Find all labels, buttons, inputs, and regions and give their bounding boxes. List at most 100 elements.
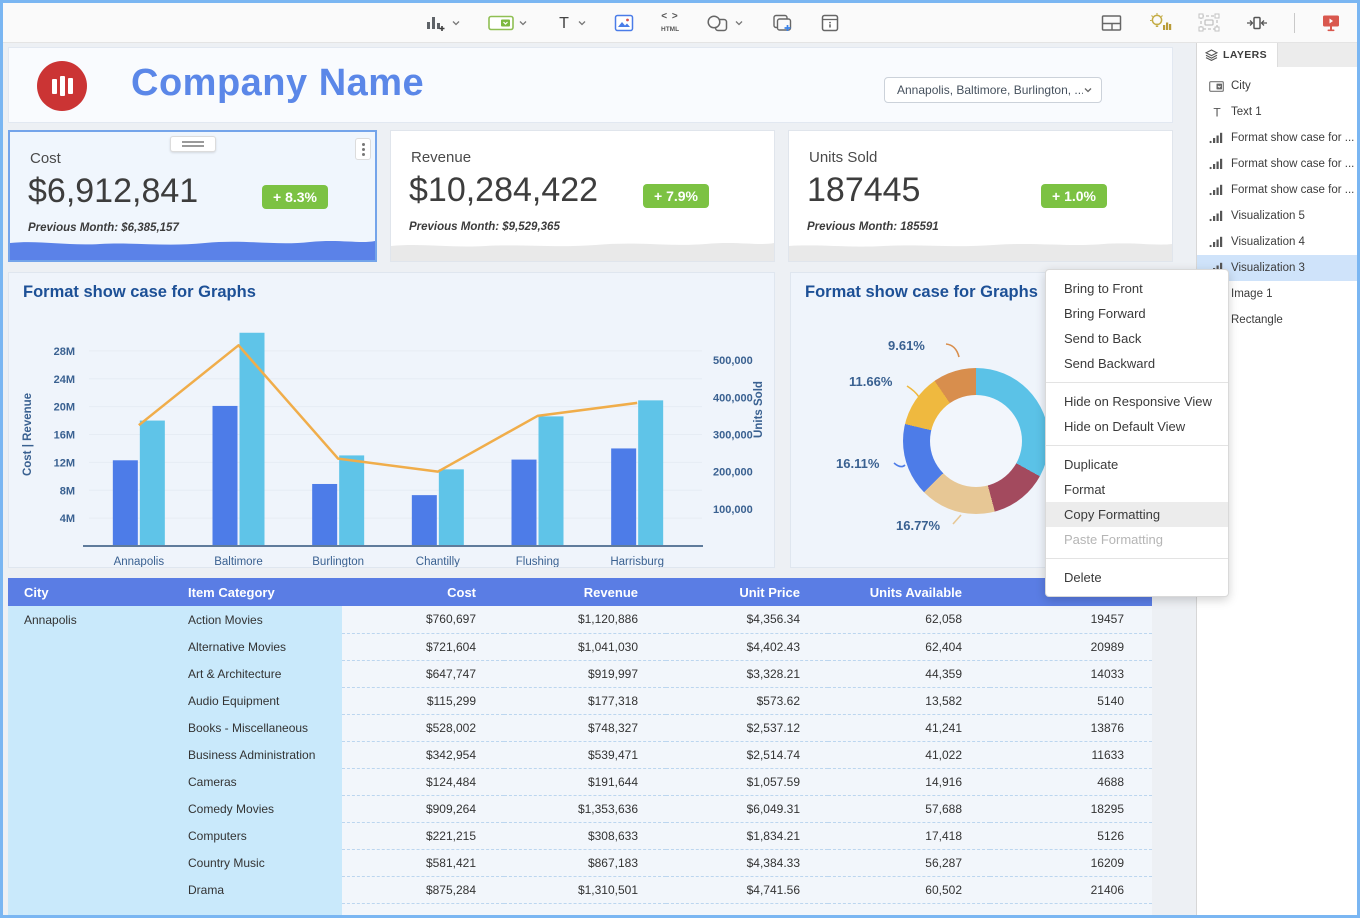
insert-html-button[interactable]: < > HTML [661, 12, 679, 34]
layers-title: LAYERS [1223, 49, 1267, 61]
table-cell-unit_price: $2,537.12 [666, 714, 828, 741]
kpi-card-units-sold[interactable]: Units Sold 187445 + 1.0% Previous Month:… [788, 130, 1173, 262]
table-row[interactable]: Comedy Movies$909,264$1,353,636$6,049.31… [8, 795, 1152, 822]
table-cell-category: Alternative Movies [180, 633, 342, 660]
html-icon-label: HTML [661, 27, 679, 34]
table-row[interactable]: Country Music$581,421$867,183$4,384.3356… [8, 849, 1152, 876]
layer-item-label: City [1231, 80, 1251, 92]
kpi-previous: Previous Month: $6,385,157 [28, 222, 179, 234]
menu-item-send-to-back[interactable]: Send to Back [1046, 326, 1228, 351]
insights-icon [1148, 12, 1172, 33]
drag-handle[interactable] [170, 136, 216, 152]
table-cell-units_sold: 11633 [990, 741, 1152, 768]
table-cell-revenue: $1,353,636 [504, 795, 666, 822]
fit-width-button[interactable] [1246, 13, 1268, 33]
chart-icon [1209, 235, 1224, 249]
layer-item-city[interactable]: City [1197, 73, 1357, 99]
present-button[interactable] [1321, 13, 1341, 32]
layer-item-visualization-5[interactable]: Visualization 5 [1197, 203, 1357, 229]
table-cell-city [8, 876, 180, 903]
layers-tab[interactable]: LAYERS [1197, 43, 1278, 67]
svg-text:Burlington: Burlington [312, 556, 364, 567]
insert-image-button[interactable] [614, 14, 634, 32]
layer-item-format-show-case-for[interactable]: Format show case for ... [1197, 177, 1357, 203]
table-header-city[interactable]: City [8, 578, 180, 606]
kpi-card-cost[interactable]: Cost $6,912,841 + 8.3% Previous Month: $… [8, 130, 377, 262]
svg-text:Units Sold: Units Sold [753, 381, 765, 438]
menu-item-hide-on-default-view[interactable]: Hide on Default View [1046, 414, 1228, 439]
layout-icon [1101, 14, 1122, 32]
info-widget-button[interactable] [820, 13, 840, 33]
layer-item-visualization-4[interactable]: Visualization 4 [1197, 229, 1357, 255]
menu-item-duplicate[interactable]: Duplicate [1046, 452, 1228, 477]
insert-text-button[interactable]: T [555, 14, 587, 32]
svg-text:T: T [559, 15, 569, 32]
table-cell-cost: $721,604 [342, 633, 504, 660]
table-cell-unit_price: $3,328.21 [666, 660, 828, 687]
insert-shape-icon [706, 13, 730, 33]
table-header-unit-price[interactable]: Unit Price [666, 578, 828, 606]
table-row[interactable]: Art & Architecture$647,747$919,997$3,328… [8, 660, 1152, 687]
table-header-revenue[interactable]: Revenue [504, 578, 666, 606]
combo-chart-widget[interactable]: Format show case for Graphs 4M8M12M16M20… [8, 272, 775, 568]
menu-item-bring-to-front[interactable]: Bring to Front [1046, 276, 1228, 301]
table-cell-units_sold: 13876 [990, 714, 1152, 741]
menu-item-bring-forward[interactable]: Bring Forward [1046, 301, 1228, 326]
kpi-card-revenue[interactable]: Revenue $10,284,422 + 7.9% Previous Mont… [390, 130, 775, 262]
table-header-cost[interactable]: Cost [342, 578, 504, 606]
svg-text:Cost | Revenue: Cost | Revenue [22, 393, 34, 476]
table-cell-units_available: 62,058 [828, 606, 990, 633]
insert-chart-button[interactable] [425, 13, 461, 33]
table-header-item-category[interactable]: Item Category [180, 578, 342, 606]
table-cell-city [8, 768, 180, 795]
kebab-menu-icon[interactable] [355, 138, 371, 160]
table-row[interactable]: Computers$221,215$308,633$1,834.2117,418… [8, 822, 1152, 849]
menu-item-send-backward[interactable]: Send Backward [1046, 351, 1228, 376]
donut-slice-label: 16.77% [896, 518, 940, 533]
table-cell-units_sold: 18295 [990, 795, 1152, 822]
table-header-units-available[interactable]: Units Available [828, 578, 990, 606]
svg-text:24M: 24M [54, 374, 75, 386]
table-row[interactable]: Business Administration$342,954$539,471$… [8, 741, 1152, 768]
city-filter-select[interactable]: Annapolis, Baltimore, Burlington, ... [884, 77, 1102, 103]
svg-text:300,000: 300,000 [713, 430, 753, 442]
widget-icon [1209, 79, 1224, 93]
table-cell-category: Business Administration [180, 741, 342, 768]
kpi-label: Revenue [411, 149, 471, 166]
insert-shape-button[interactable] [706, 13, 744, 33]
table-row[interactable]: Alternative Movies$721,604$1,041,030$4,4… [8, 633, 1152, 660]
duplicate-widget-button[interactable] [771, 13, 793, 33]
svg-text:16M: 16M [54, 430, 75, 442]
group-button[interactable] [1198, 13, 1220, 32]
menu-item-copy-formatting[interactable]: Copy Formatting [1046, 502, 1228, 527]
table-cell-units_available: 17,418 [828, 822, 990, 849]
layer-item-format-show-case-for[interactable]: Format show case for ... [1197, 151, 1357, 177]
bar-cost [512, 460, 537, 546]
table-row[interactable]: Cameras$124,484$191,644$1,057.5914,91646… [8, 768, 1152, 795]
table-cell-revenue: $867,183 [504, 849, 666, 876]
toolbar-view-group [1101, 12, 1341, 33]
table-row[interactable]: Drama$875,284$1,310,501$4,741.5660,50221… [8, 876, 1152, 903]
insights-button[interactable] [1148, 12, 1172, 33]
table-row[interactable]: Books - Miscellaneous$528,002$748,327$2,… [8, 714, 1152, 741]
table-row[interactable]: AnnapolisAction Movies$760,697$1,120,886… [8, 606, 1152, 633]
table-cell-cost: $221,215 [342, 822, 504, 849]
table-row[interactable]: Audio Equipment$115,299$177,318$573.6213… [8, 687, 1152, 714]
table-cell-cost: $115,299 [342, 687, 504, 714]
menu-item-format[interactable]: Format [1046, 477, 1228, 502]
menu-item-hide-on-responsive-view[interactable]: Hide on Responsive View [1046, 389, 1228, 414]
table-cell-revenue: $1,041,030 [504, 633, 666, 660]
table-cell-empty [180, 903, 342, 915]
table-row-partial [8, 903, 1152, 915]
data-table-widget[interactable]: CityItem CategoryCostRevenueUnit PriceUn… [8, 578, 1152, 915]
svg-text:Flushing: Flushing [516, 556, 559, 567]
insert-widget-button[interactable] [488, 14, 528, 32]
table-cell-city [8, 633, 180, 660]
layer-item-format-show-case-for[interactable]: Format show case for ... [1197, 125, 1357, 151]
menu-item-delete[interactable]: Delete [1046, 565, 1228, 590]
table-cell-units_available: 57,688 [828, 795, 990, 822]
table-cell-category: Cameras [180, 768, 342, 795]
layer-item-text-1[interactable]: TText 1 [1197, 99, 1357, 125]
table-cell-cost: $581,421 [342, 849, 504, 876]
layout-button[interactable] [1101, 14, 1122, 32]
